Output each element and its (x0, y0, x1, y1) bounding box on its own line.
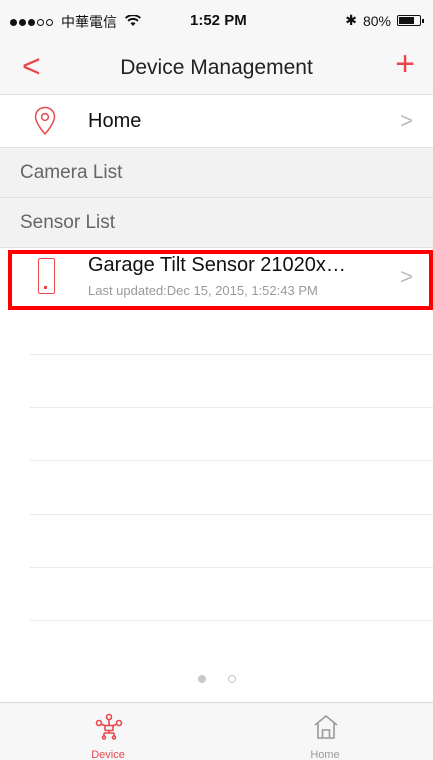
location-pin-icon (34, 106, 56, 136)
battery-icon (397, 15, 424, 26)
navigation-bar: < Device Management + (0, 40, 433, 95)
sensor-list-header: Sensor List (0, 198, 433, 248)
list-divider (30, 620, 433, 621)
list-divider (30, 514, 433, 515)
page-title: Device Management (120, 56, 313, 79)
home-location-row[interactable]: Home > (0, 96, 433, 148)
bluetooth-icon: ✱ (345, 12, 357, 28)
list-divider (30, 460, 433, 461)
sensor-last-updated: Last updated:Dec 15, 2015, 1:52:43 PM (88, 283, 318, 298)
wifi-icon (125, 14, 141, 30)
status-right: ✱ 80% (345, 12, 424, 29)
device-network-icon (95, 713, 123, 740)
sensor-name: Garage Tilt Sensor 21020x… (88, 254, 346, 276)
page-dot[interactable] (227, 675, 236, 683)
signal-strength-icon (10, 18, 53, 26)
list-divider (30, 407, 433, 408)
battery-percentage: 80% (362, 12, 391, 29)
home-icon (314, 714, 338, 739)
status-time: 1:52 PM (190, 12, 247, 29)
page-dot[interactable] (197, 675, 206, 683)
tab-home-label: Home (310, 749, 340, 760)
tab-device[interactable]: Device (0, 703, 216, 760)
phone-device-icon (38, 258, 55, 294)
chevron-right-icon: > (400, 264, 413, 289)
tab-home[interactable]: Home (217, 703, 433, 760)
status-left: 中華電信 (10, 12, 141, 32)
page-indicator[interactable] (0, 675, 433, 683)
chevron-right-icon: > (400, 108, 413, 133)
tab-bar: Device Home (0, 702, 433, 760)
status-bar: 中華電信 1:52 PM ✱ 80% (0, 0, 433, 40)
carrier-name: 中華電信 (61, 14, 117, 30)
home-location-label: Home (88, 110, 142, 132)
list-divider (30, 354, 433, 355)
add-device-button[interactable]: + (395, 46, 415, 82)
tab-device-label: Device (91, 749, 125, 760)
list-divider (30, 567, 433, 568)
camera-list-header: Camera List (0, 148, 433, 198)
